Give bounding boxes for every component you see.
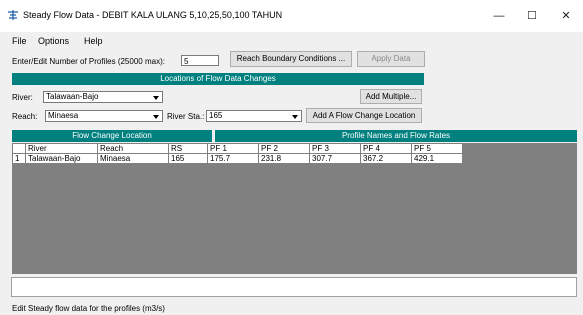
column-header-reach: Reach: [97, 143, 169, 154]
flow-change-location-header: Flow Change Location: [12, 130, 212, 142]
row-index-header: [12, 143, 26, 154]
menu-options[interactable]: Options: [38, 36, 69, 46]
close-button[interactable]: ✕: [551, 6, 581, 26]
flow-data-table: River Reach RS PF 1 PF 2 PF 3 PF 4 PF 5 …: [12, 143, 463, 164]
column-header-pf5: PF 5: [411, 143, 463, 154]
column-header-pf1: PF 1: [207, 143, 259, 154]
cell-pf1[interactable]: 175.7: [207, 153, 259, 164]
apply-data-button[interactable]: Apply Data: [357, 51, 425, 67]
add-multiple-button[interactable]: Add Multiple...: [360, 89, 422, 104]
column-header-pf2: PF 2: [258, 143, 310, 154]
menu-file[interactable]: File: [12, 36, 27, 46]
status-text: Edit Steady flow data for the profiles (…: [12, 304, 165, 313]
river-select[interactable]: Talawaan-Bajo: [43, 91, 163, 103]
add-flow-change-location-button[interactable]: Add A Flow Change Location: [306, 108, 422, 123]
cell-river[interactable]: Talawaan-Bajo: [25, 153, 98, 164]
reach-select-value: Minaesa: [48, 111, 79, 120]
minimize-button[interactable]: —: [484, 6, 514, 26]
reach-select[interactable]: Minaesa: [45, 110, 163, 122]
reach-label: Reach:: [12, 112, 38, 121]
profiles-label: Enter/Edit Number of Profiles (25000 max…: [12, 57, 165, 66]
locations-header: Locations of Flow Data Changes: [12, 73, 424, 85]
description-box[interactable]: [11, 277, 577, 297]
maximize-button[interactable]: ☐: [517, 6, 547, 26]
row-index: 1: [12, 153, 26, 164]
river-sta-label: River Sta.:: [167, 112, 205, 121]
cell-rs[interactable]: 165: [168, 153, 208, 164]
river-select-value: Talawaan-Bajo: [46, 92, 99, 101]
chevron-down-icon: [151, 93, 161, 102]
river-sta-select-value: 165: [209, 111, 223, 120]
cell-pf2[interactable]: 231.8: [258, 153, 310, 164]
cell-pf3[interactable]: 307.7: [309, 153, 361, 164]
profile-names-header: Profile Names and Flow Rates: [215, 130, 577, 142]
column-header-rs: RS: [168, 143, 208, 154]
column-header-pf3: PF 3: [309, 143, 361, 154]
chevron-down-icon: [290, 112, 300, 121]
reach-boundary-conditions-button[interactable]: Reach Boundary Conditions ...: [230, 51, 352, 67]
profiles-count-input[interactable]: 5: [181, 55, 219, 66]
cell-pf4[interactable]: 367.2: [360, 153, 412, 164]
table-header-row: River Reach RS PF 1 PF 2 PF 3 PF 4 PF 5: [12, 143, 463, 154]
table-row[interactable]: 1 Talawaan-Bajo Minaesa 165 175.7 231.8 …: [12, 153, 463, 164]
app-icon: [7, 9, 19, 21]
cell-pf5[interactable]: 429.1: [411, 153, 463, 164]
river-label: River:: [12, 93, 33, 102]
cell-reach[interactable]: Minaesa: [97, 153, 169, 164]
window-title: Steady Flow Data - DEBIT KALA ULANG 5,10…: [23, 10, 283, 20]
menu-help[interactable]: Help: [84, 36, 103, 46]
column-header-river: River: [25, 143, 98, 154]
column-header-pf4: PF 4: [360, 143, 412, 154]
chevron-down-icon: [151, 112, 161, 121]
river-sta-select[interactable]: 165: [206, 110, 302, 122]
